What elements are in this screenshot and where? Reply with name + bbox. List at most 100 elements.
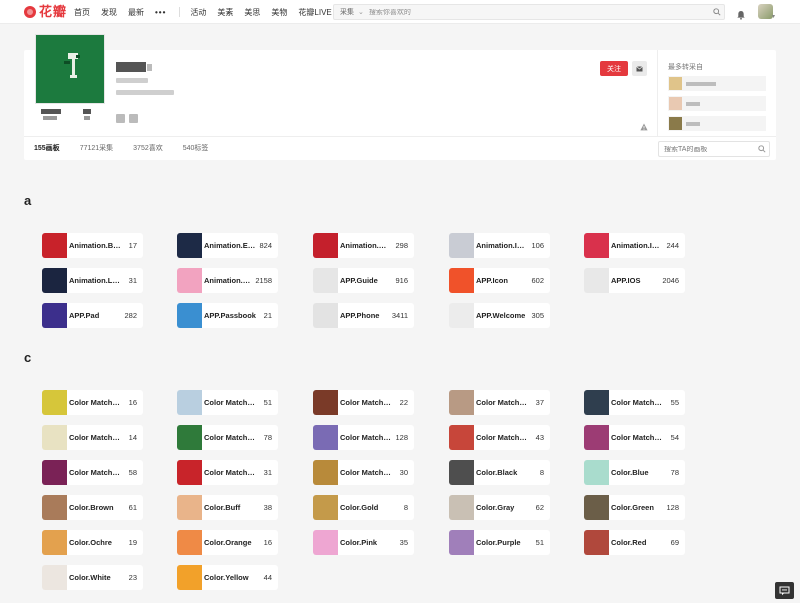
board-card[interactable]: Color.Green 128: [584, 495, 685, 520]
board-card[interactable]: APP.Phone 3411: [313, 303, 414, 328]
search-category-select[interactable]: 采集: [334, 7, 358, 17]
board-card[interactable]: Color.Pink 35: [313, 530, 414, 555]
board-pin-count: 244: [666, 241, 679, 250]
board-card[interactable]: Color Matching 16: [42, 390, 143, 415]
board-name: Color.White: [69, 573, 111, 582]
chevron-down-icon[interactable]: ⌄: [358, 8, 364, 16]
avatar-bird-icon: [64, 53, 80, 78]
nav-item-home[interactable]: 首页: [74, 7, 90, 18]
board-card[interactable]: Color.Gray 62: [449, 495, 550, 520]
board-pin-count: 14: [128, 433, 137, 442]
search-icon[interactable]: [755, 145, 769, 153]
follow-button[interactable]: 关注: [600, 61, 628, 76]
board-card[interactable]: Color Matching 128: [313, 425, 414, 450]
board-card[interactable]: Color Matching 78: [177, 425, 278, 450]
feedback-chat-button[interactable]: [775, 582, 794, 599]
nav-item-activity[interactable]: 活动: [190, 7, 206, 18]
board-card[interactable]: Color Matching 22: [313, 390, 414, 415]
nav-item-live[interactable]: 花瓣LIVE: [298, 7, 331, 18]
board-card[interactable]: Color.Gold 8: [313, 495, 414, 520]
board-card[interactable]: Animation.Interface244: [584, 233, 685, 258]
recent-source-item[interactable]: [668, 96, 766, 111]
profile-meta-line-1: [116, 78, 148, 83]
recent-source-item[interactable]: [668, 76, 766, 91]
tab-tags[interactable]: 540标签: [173, 137, 219, 161]
board-card[interactable]: Animation.Brand 17: [42, 233, 143, 258]
board-pin-count: 2046: [662, 276, 679, 285]
board-thumbnail: [449, 460, 474, 485]
nav-item-meisu[interactable]: 美素: [217, 7, 233, 18]
board-pin-count: 8: [403, 503, 408, 512]
board-card[interactable]: APP.IOS 2046: [584, 268, 685, 293]
section-letter-heading: c: [24, 350, 32, 365]
top-navigation-bar: 花瓣 首页 发现 最新 ••• 活动 美素 美思 美物 花瓣LIVE 采集 ⌄ …: [0, 0, 800, 24]
social-icon-1[interactable]: [116, 114, 125, 123]
search-icon[interactable]: [710, 8, 724, 16]
bell-icon[interactable]: [736, 7, 746, 20]
search-input[interactable]: [368, 8, 710, 16]
board-card[interactable]: Color.Red 69: [584, 530, 685, 555]
recent-source-item[interactable]: [668, 116, 766, 131]
board-name: Color.Ochre: [69, 538, 112, 547]
board-thumbnail: [584, 425, 609, 450]
board-thumbnail: [177, 390, 202, 415]
nav-item-latest[interactable]: 最新: [128, 7, 144, 18]
board-card[interactable]: APP.Pad 282: [42, 303, 143, 328]
report-warning-icon[interactable]: [640, 118, 648, 131]
board-card[interactable]: Animation.Loading 31: [42, 268, 143, 293]
board-pin-count: 19: [128, 538, 137, 547]
tab-boards[interactable]: 155画板: [24, 137, 70, 161]
board-card[interactable]: Color Matching 54: [584, 425, 685, 450]
board-card[interactable]: Color.Ochre 19: [42, 530, 143, 555]
board-thumbnail: [42, 390, 67, 415]
nav-item-meisi[interactable]: 美思: [244, 7, 260, 18]
board-card[interactable]: Color Matching 51: [177, 390, 278, 415]
board-search-input[interactable]: [659, 145, 755, 153]
message-button[interactable]: [632, 61, 647, 76]
board-card[interactable]: Color Matching 58: [42, 460, 143, 485]
board-name: APP.Welcome: [476, 311, 526, 320]
board-thumbnail: [42, 233, 67, 258]
board-card[interactable]: Color Matching 31: [177, 460, 278, 485]
board-card[interactable]: APP.Icon 602: [449, 268, 550, 293]
board-name: Animation.Icon: [476, 241, 528, 250]
board-card[interactable]: APP.Passbook 21: [177, 303, 278, 328]
board-card[interactable]: APP.Guide 916: [313, 268, 414, 293]
social-icon-2[interactable]: [129, 114, 138, 123]
user-avatar[interactable]: [758, 4, 773, 19]
board-card[interactable]: Color.Yellow 44: [177, 565, 278, 590]
nav-item-meiwu[interactable]: 美物: [271, 7, 287, 18]
board-card[interactable]: Color.Brown 61: [42, 495, 143, 520]
nav-item-discover[interactable]: 发现: [101, 7, 117, 18]
board-card[interactable]: Color Matching 55: [584, 390, 685, 415]
tab-likes[interactable]: 3752喜欢: [123, 137, 173, 161]
board-name: Color.Orange: [204, 538, 252, 547]
board-card[interactable]: Color.Buff 38: [177, 495, 278, 520]
board-card[interactable]: Animation.Gallery298: [313, 233, 414, 258]
board-card[interactable]: Color.Black 8: [449, 460, 550, 485]
board-card[interactable]: Color.Blue 78: [584, 460, 685, 485]
board-thumbnail: [584, 233, 609, 258]
board-card[interactable]: APP.Welcome 305: [449, 303, 550, 328]
board-pin-count: 17: [128, 241, 137, 250]
board-card[interactable]: Animation.Icon 106: [449, 233, 550, 258]
board-card[interactable]: Color.Orange 16: [177, 530, 278, 555]
caret-down-icon[interactable]: ▾: [772, 13, 775, 20]
board-card[interactable]: Color Matching 30: [313, 460, 414, 485]
board-thumbnail: [449, 530, 474, 555]
board-card[interactable]: Color Matching 37: [449, 390, 550, 415]
profile-meta-line-2: [116, 90, 174, 95]
site-logo[interactable]: 花瓣: [24, 5, 67, 19]
board-thumbnail: [449, 425, 474, 450]
board-card[interactable]: Color Matching 43: [449, 425, 550, 450]
profile-name: [116, 62, 154, 76]
board-card[interactable]: Color.White 23: [42, 565, 143, 590]
board-card[interactable]: Color.Purple 51: [449, 530, 550, 555]
tab-pins[interactable]: 77121采集: [70, 137, 123, 161]
board-card[interactable]: Animation.Menu2158: [177, 268, 278, 293]
profile-side-divider: [657, 50, 658, 136]
nav-more-button[interactable]: •••: [155, 8, 166, 17]
board-card[interactable]: Animation.Emoji824: [177, 233, 278, 258]
board-pin-count: 61: [128, 503, 137, 512]
board-card[interactable]: Color Matching 14: [42, 425, 143, 450]
